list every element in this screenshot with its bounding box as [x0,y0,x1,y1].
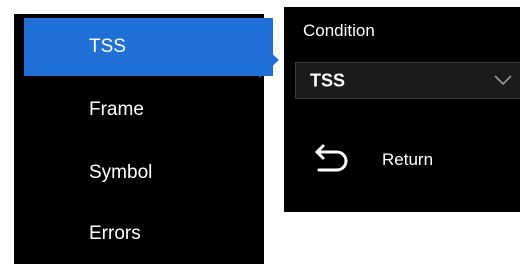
condition-value: TSS [310,70,346,90]
return-arrow-icon [315,144,348,172]
selection-pointer [259,42,279,78]
menu-item-label: Errors [89,223,141,244]
menu-item-frame[interactable]: Frame [14,79,264,141]
trigger-type-menu: TSS Frame Symbol Errors [14,14,273,264]
return-button[interactable]: Return [298,132,506,188]
menu-item-tss[interactable]: TSS [24,18,273,76]
condition-label: Condition [303,21,375,40]
menu-item-label: TSS [89,36,126,57]
chevron-down-icon [494,75,512,86]
menu-item-symbol[interactable]: Symbol [14,141,264,204]
menu-item-label: Frame [89,99,144,120]
menu-item-label: Symbol [89,161,153,183]
menu-item-errors[interactable]: Errors [14,204,264,264]
condition-dropdown[interactable]: TSS [295,62,520,99]
return-label: Return [382,150,434,169]
condition-panel: Condition TSS Return [284,7,520,212]
